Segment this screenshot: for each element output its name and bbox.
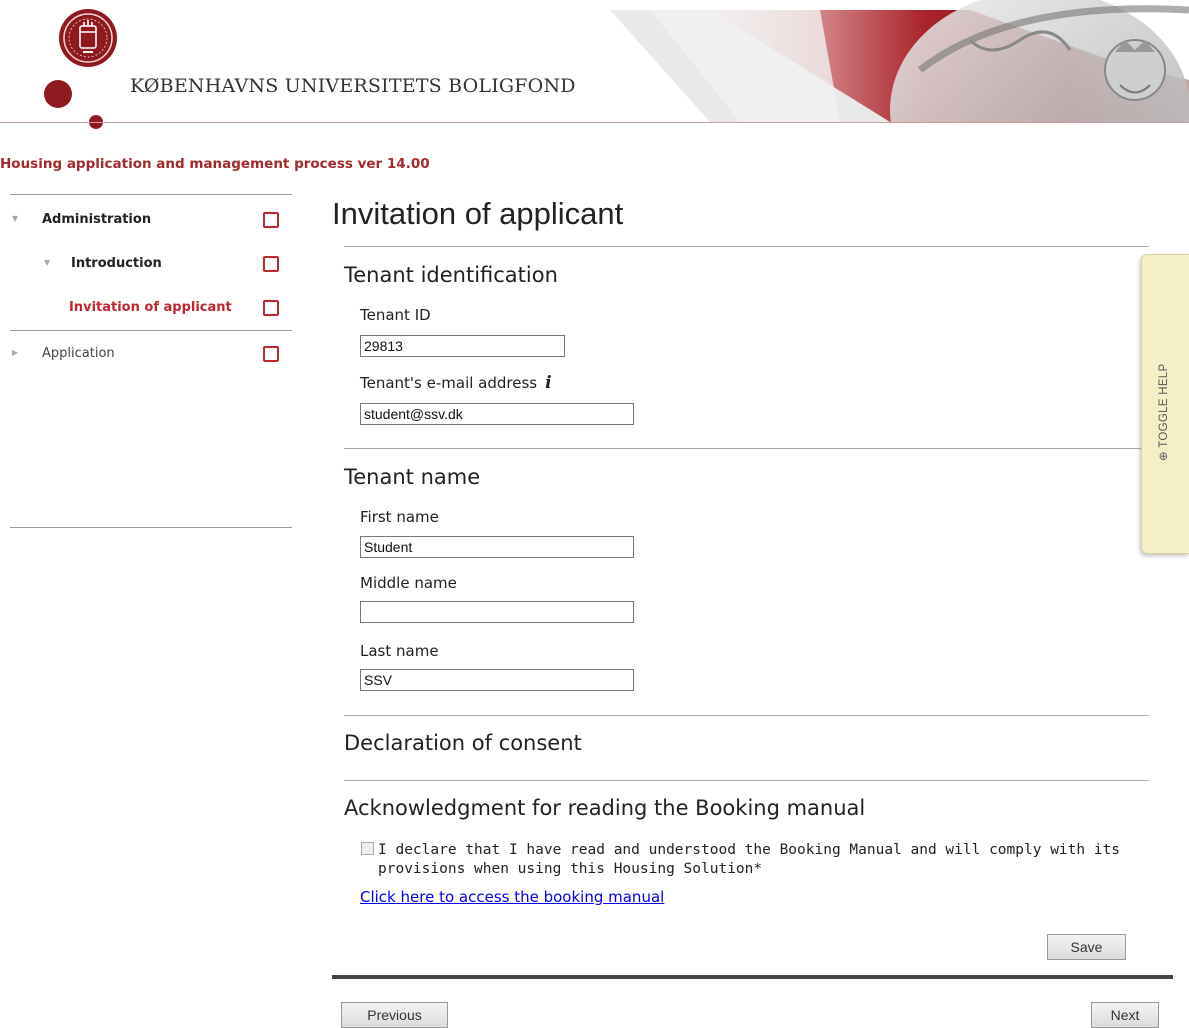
- sidebar-item-administration[interactable]: ▼ Administration: [0, 210, 292, 230]
- sidebar-item-invitation-of-applicant[interactable]: Invitation of applicant: [0, 298, 292, 318]
- previous-button[interactable]: Previous: [341, 1002, 448, 1028]
- section-title-acknowledgment: Acknowledgment for reading the Booking m…: [344, 796, 866, 820]
- booking-manual-link[interactable]: Click here to access the booking manual: [360, 888, 664, 906]
- first-name-label: First name: [360, 508, 439, 526]
- sidebar-item-label: Administration: [42, 212, 152, 227]
- sidebar-divider: [10, 527, 292, 528]
- chevron-down-icon[interactable]: ▼: [12, 214, 18, 223]
- chevron-right-icon[interactable]: ▶: [12, 348, 18, 357]
- status-checkbox-icon: [263, 212, 279, 228]
- organization-name: KØBENHAVNS UNIVERSITETS BOLIGFOND: [130, 75, 576, 97]
- section-divider: [344, 715, 1149, 716]
- header-divider: [0, 122, 1189, 123]
- section-title-declaration-of-consent: Declaration of consent: [344, 731, 582, 755]
- status-checkbox-icon: [263, 346, 279, 362]
- page-header: KØBENHAVNS UNIVERSITETS BOLIGFOND Housin…: [0, 0, 1189, 172]
- section-divider: [344, 780, 1149, 781]
- sidebar-item-label: Introduction: [71, 256, 162, 271]
- toggle-help-label: ⊕ TOGGLE HELP: [1158, 363, 1170, 461]
- page-title: Invitation of applicant: [332, 196, 624, 231]
- first-name-input[interactable]: [360, 536, 634, 558]
- tenant-id-input[interactable]: [360, 335, 565, 357]
- chevron-down-icon[interactable]: ▼: [44, 258, 50, 267]
- app-title: Housing application and management proce…: [0, 156, 430, 172]
- header-seal-artwork: [610, 0, 1189, 122]
- email-label: Tenant's e-mail address i: [360, 373, 552, 393]
- section-divider: [344, 246, 1149, 247]
- sidebar-divider: [10, 194, 292, 195]
- sidebar-item-application[interactable]: ▶ Application: [0, 344, 292, 364]
- tenant-id-label: Tenant ID: [360, 306, 431, 324]
- decorative-dot: [44, 80, 72, 108]
- consent-checkbox-label[interactable]: I declare that I have read and understoo…: [378, 841, 1138, 879]
- status-checkbox-icon: [263, 256, 279, 272]
- status-checkbox-icon: [263, 300, 279, 316]
- middle-name-input[interactable]: [360, 601, 634, 623]
- info-icon[interactable]: i: [545, 373, 551, 393]
- sidebar-item-introduction[interactable]: ▼ Introduction: [0, 254, 292, 274]
- email-input[interactable]: [360, 403, 634, 425]
- section-divider: [344, 448, 1149, 449]
- consent-checkbox[interactable]: [361, 842, 374, 855]
- sidebar-item-label: Application: [42, 346, 115, 361]
- save-button[interactable]: Save: [1047, 934, 1126, 960]
- section-title-tenant-identification: Tenant identification: [344, 263, 558, 287]
- footer-divider: [332, 975, 1173, 979]
- sidebar-item-label: Invitation of applicant: [69, 300, 232, 315]
- middle-name-label: Middle name: [360, 574, 457, 592]
- last-name-label: Last name: [360, 642, 439, 660]
- last-name-input[interactable]: [360, 669, 634, 691]
- email-label-text: Tenant's e-mail address: [360, 374, 538, 392]
- university-seal-logo: [59, 9, 117, 67]
- sidebar-divider: [10, 330, 292, 331]
- toggle-help-tab[interactable]: ⊕ TOGGLE HELP: [1141, 254, 1189, 554]
- next-button[interactable]: Next: [1091, 1002, 1159, 1028]
- section-title-tenant-name: Tenant name: [344, 465, 481, 489]
